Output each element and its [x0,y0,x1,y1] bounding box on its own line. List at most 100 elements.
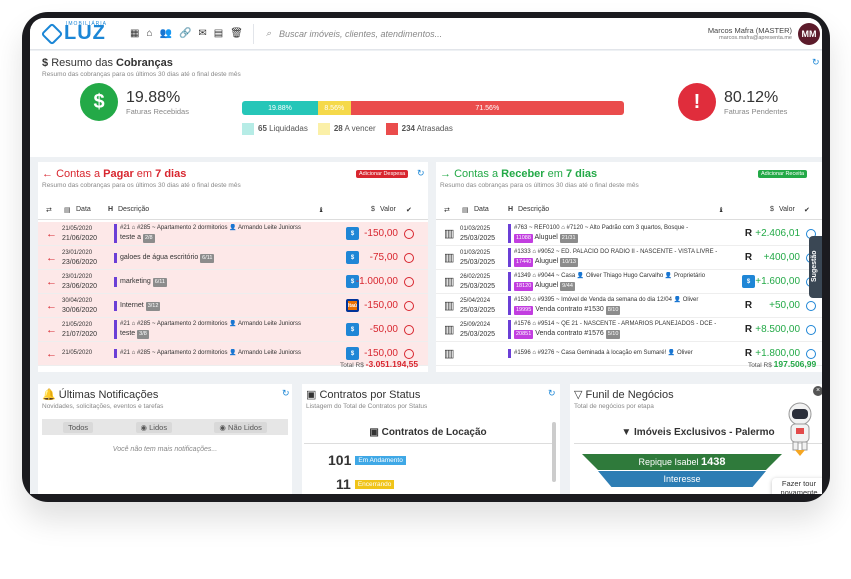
check-icon[interactable]: ✔ [804,206,810,214]
table-row[interactable]: ← 21/05/2020 21/07/2020 #21 ⌂ #285 ~ Aparta… [38,318,428,342]
row-dates: 01/03/2025 25/03/2025 [460,225,510,243]
search-input[interactable]: Buscar imóveis, clientes, atendimentos..… [279,29,442,39]
row-description[interactable]: #1530 ⌂ #9395 ~ Imóvel de Venda da seman… [508,296,730,315]
search-bar[interactable]: ⌕ Buscar imóveis, clientes, atendimentos… [254,28,708,39]
row-description[interactable]: #1576 ⌂ #9514 ~ QE 21 - NASCENTE - ARMÁR… [508,320,730,339]
tab-nao-lidos[interactable]: ◉ Não Lidos [214,421,267,433]
barcode-icon: ▥ [444,348,455,360]
row-title-text: Aluguel [534,258,559,265]
tab-lidos[interactable]: ◉ Lidos [135,421,173,433]
legend-item: 28 A vencer [317,123,376,135]
col-valor[interactable]: Valor [779,206,795,213]
refresh-icon[interactable]: ↻ [812,57,820,68]
funnel-stage[interactable]: Interesse [598,471,766,487]
heading-icon: H [108,206,114,213]
trash-icon[interactable]: 🗑 [230,28,243,39]
row-date-issue: 21/05/2020 [62,321,93,328]
user-name: Marcos Mafra (MASTER) [707,26,792,35]
row-description[interactable]: #21 ⌂ #285 ~ Apartamento 2 dormitorios 👤… [114,224,332,243]
table-row[interactable]: ▥ 26/02/2025 25/03/2025 #1349 ⌂ #9044 ~ Cas… [436,270,822,294]
table-row[interactable]: ▥ 01/03/2025 25/03/2025 #763 ~ REF0100 ⌂ #7… [436,222,822,246]
resumo-subtitle: Resumo das cobranças para os últimos 30 … [42,71,241,78]
add-receita-button[interactable]: Adicionar Receita [758,170,808,178]
mail-icon[interactable]: ✉ [198,28,206,39]
refresh-icon[interactable]: ↻ [282,388,290,399]
users-icon[interactable]: 👥 [160,28,172,39]
row-description[interactable]: marketing 6/11 [114,276,332,287]
clock-icon[interactable] [404,276,414,287]
sugestao-tab[interactable]: Sugestão [809,236,822,298]
calendar-icon[interactable]: ▤ [214,28,223,39]
row-value: +400,00 [763,252,800,263]
table-row[interactable]: ← 21/05/2020 21/06/2020 #21 ⌂ #285 ~ Aparta… [38,222,428,246]
table-row[interactable]: ▥ 01/03/2025 25/03/2025 #1333 ⌂ #9052 ~ ED.… [436,246,822,270]
grid-icon[interactable]: ▦ [130,28,139,39]
swap-icon[interactable]: ⇄ [46,206,52,214]
table-row[interactable]: ← 30/04/2020 30/06/2020 Internet 3/12 Itaú -1… [38,294,428,318]
legend-swatch [317,123,330,135]
legend-swatch [242,123,254,135]
row-date-issue: 30/04/2020 [62,297,93,304]
row-reference: #1333 ⌂ #9052 ~ ED. PALÁCIO DO RÁDIO II … [514,249,718,255]
empty-notifications: Você não tem mais notificações... [112,446,218,453]
row-value: +2.406,01 [755,228,800,239]
clock-icon[interactable] [404,324,414,335]
row-dates: 21/05/2020 21/07/2020 [62,321,112,339]
contrato-status-row[interactable]: 101 Em Andamento [328,452,406,468]
tab-todos[interactable]: Todos [63,421,94,433]
tour-button[interactable]: Fazer tour novamente [772,478,822,494]
row-title: marketing 6/11 [120,277,332,287]
calendar-icon: ▤ [462,206,469,214]
row-description[interactable]: #21 ⌂ #285 ~ Apartamento 2 dormitorios 👤… [114,349,332,358]
funnel-stage[interactable]: Repique Isabel 1438 [582,454,782,470]
astronaut-icon[interactable] [778,400,822,456]
table-row[interactable]: ← 23/01/2020 23/06/2020 galoes de água escr… [38,246,428,270]
receber-total: Total R$ 197.506,99 [748,359,817,369]
add-despesa-button[interactable]: Adicionar Despesa [356,170,409,178]
row-description[interactable]: #1596 ⌂ #9276 ~ Casa Geminada à locação … [508,349,730,358]
contrato-status-row[interactable]: 11 Encerrando [336,476,395,492]
row-description[interactable]: #1333 ⌂ #9052 ~ ED. PALÁCIO DO RÁDIO II … [508,248,730,267]
close-icon[interactable]: × [813,386,822,396]
arrow-left-icon: ← [46,251,57,264]
row-date-issue: 21/05/2020 [62,350,93,356]
clock-icon[interactable] [404,228,414,239]
contract-icon: ▣ [306,389,317,401]
brand-logo[interactable]: LUZ IMOBILIÁRIA [30,21,120,45]
avatar[interactable]: MM [798,22,820,45]
col-descricao[interactable]: Descrição [118,206,149,213]
home-icon[interactable]: ⌂ [146,28,152,39]
scrollbar[interactable] [552,422,556,482]
clock-icon[interactable] [404,300,414,311]
col-valor[interactable]: Valor [380,206,396,213]
row-description[interactable]: #763 ~ REF0100 ⌂ #7120 ~ Alto Padrão com… [508,224,730,243]
table-row[interactable]: ▥ 25/09/2024 25/03/2025 #1576 ⌂ #9514 ~ QE … [436,318,822,342]
table-row[interactable]: ▥ 25/04/2024 25/03/2025 #1530 ⌂ #9395 ~ Imó… [436,294,822,318]
contratos-section: ▣ Contratos de Locação [304,422,552,444]
bank-icon: R [742,299,755,312]
col-data[interactable]: Data [474,206,489,213]
row-description[interactable]: galoes de água escritório 6/11 [114,252,332,263]
link-icon[interactable]: 🔗 [179,28,191,39]
clock-icon[interactable] [806,348,816,359]
row-description[interactable]: #21 ⌂ #285 ~ Apartamento 2 dormitorios 👤… [114,320,332,339]
refresh-icon[interactable]: ↻ [548,388,556,399]
col-data[interactable]: Data [76,206,91,213]
row-description[interactable]: #1349 ⌂ #9044 ~ Casa 👤 Oliver Thiago Hug… [508,272,730,291]
bank-icon: $ [346,323,359,336]
clock-icon[interactable] [404,252,414,263]
check-icon[interactable]: ✔ [406,206,412,214]
user-info[interactable]: Marcos Mafra (MASTER) marcos.mafra@apres… [708,26,798,41]
clock-icon[interactable] [404,348,414,359]
row-value: +8.500,00 [755,324,800,335]
row-description[interactable]: Internet 3/12 [114,300,332,311]
row-date-issue: 25/04/2024 [460,297,491,304]
swap-icon[interactable]: ⇄ [444,206,450,214]
refresh-icon[interactable]: ↻ [417,168,425,179]
clock-icon[interactable] [806,300,816,311]
cobrancas-progress-bar: 19.88% 8.56% 71.56% [242,101,624,115]
row-dates: 30/04/2020 30/06/2020 [62,297,112,315]
clock-icon[interactable] [806,324,816,335]
table-row[interactable]: ← 23/01/2020 23/06/2020 marketing 6/11 $ -1.0… [38,270,428,294]
col-descricao[interactable]: Descrição [518,206,549,213]
